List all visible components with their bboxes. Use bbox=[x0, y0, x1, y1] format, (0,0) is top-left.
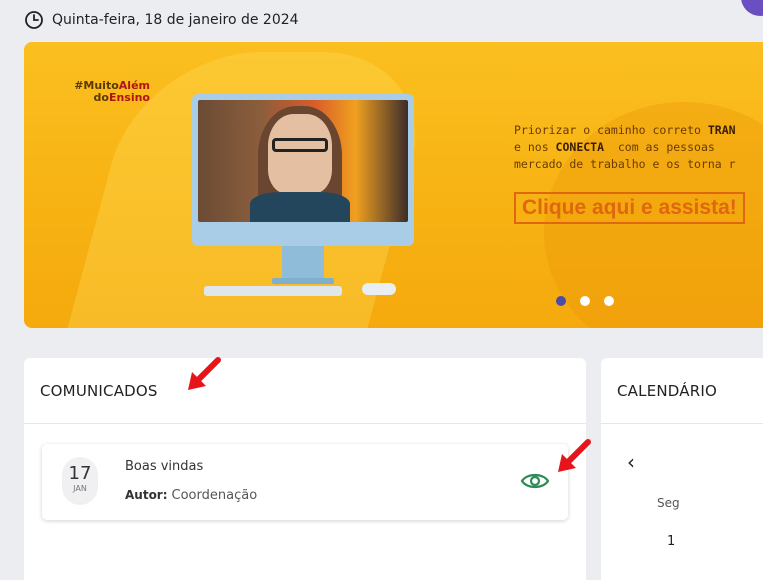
carousel-indicators bbox=[556, 296, 614, 306]
notice-item[interactable]: 17 JAN Boas vindas Autor: Coordenação bbox=[42, 444, 568, 520]
monitor-illustration bbox=[192, 94, 414, 246]
red-arrow-icon bbox=[558, 439, 591, 472]
comunicados-title: COMUNICADOS bbox=[24, 358, 586, 424]
mouse-illustration bbox=[362, 283, 396, 295]
notice-title: Boas vindas bbox=[125, 459, 204, 474]
chevron-left-icon[interactable]: ‹ bbox=[627, 450, 635, 474]
date-text: Quinta-feira, 18 de janeiro de 2024 bbox=[52, 12, 299, 28]
calendario-card: CALENDÁRIO ‹ Seg 1 bbox=[601, 358, 763, 580]
carousel-dot-1[interactable] bbox=[556, 296, 566, 306]
promo-banner[interactable]: #MuitoAlém doEnsino Priorizar o caminho … bbox=[24, 42, 763, 328]
calendar-day[interactable]: 1 bbox=[667, 534, 675, 549]
notice-author-label: Autor: bbox=[125, 488, 168, 502]
eye-icon[interactable] bbox=[520, 470, 550, 492]
watch-cta-button[interactable]: Clique aqui e assista! bbox=[514, 192, 745, 224]
avatar[interactable] bbox=[741, 0, 763, 16]
notice-month: JAN bbox=[73, 484, 87, 493]
calendario-title: CALENDÁRIO bbox=[601, 358, 763, 424]
calendar-weekday: Seg bbox=[657, 496, 680, 510]
notice-date-badge: 17 JAN bbox=[62, 457, 98, 505]
notice-author-name: Coordenação bbox=[171, 488, 258, 503]
promo-text: Priorizar o caminho correto TRAN e nos C… bbox=[514, 123, 736, 171]
carousel-dot-2[interactable] bbox=[580, 296, 590, 306]
clock-icon bbox=[25, 11, 43, 29]
keyboard-illustration bbox=[204, 286, 342, 296]
red-arrow-icon bbox=[188, 357, 221, 390]
notice-day: 17 bbox=[68, 463, 92, 484]
comunicados-card: COMUNICADOS 17 JAN Boas vindas Autor: Coo… bbox=[24, 358, 586, 580]
current-date: Quinta-feira, 18 de janeiro de 2024 bbox=[24, 10, 299, 30]
hashtag-logo: #MuitoAlém doEnsino bbox=[74, 79, 150, 104]
monitor-screen-image bbox=[198, 100, 408, 222]
notice-author: Autor: Coordenação bbox=[125, 488, 257, 503]
carousel-dot-3[interactable] bbox=[604, 296, 614, 306]
